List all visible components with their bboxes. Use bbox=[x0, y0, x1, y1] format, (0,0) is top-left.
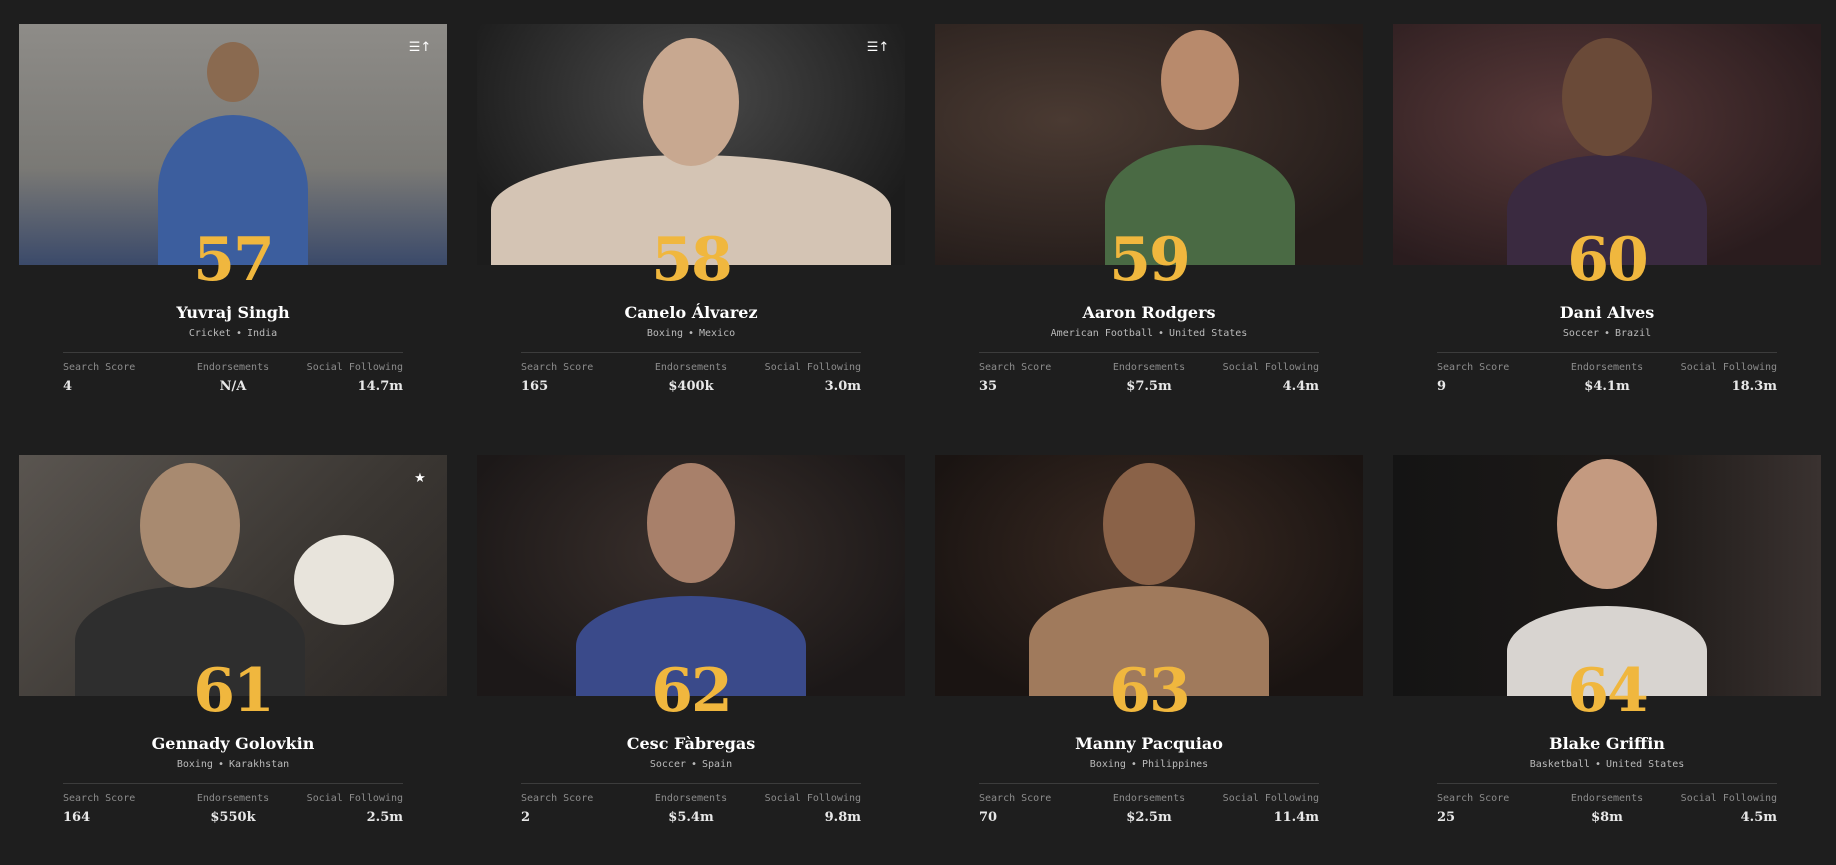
athlete-card[interactable]: 60 Dani Alves Soccer • Brazil Search Score… bbox=[1393, 24, 1821, 434]
country: Brazil bbox=[1615, 328, 1652, 339]
country: Karakhstan bbox=[228, 759, 290, 770]
sport: Cricket bbox=[188, 328, 231, 339]
divider bbox=[521, 783, 861, 784]
star-icon[interactable]: ★ bbox=[407, 469, 433, 489]
country: India bbox=[247, 328, 278, 339]
sport: Boxing bbox=[176, 759, 213, 770]
separator: • bbox=[690, 759, 698, 770]
divider bbox=[63, 783, 403, 784]
country: Philippines bbox=[1141, 759, 1209, 770]
stat-label: Social Following bbox=[306, 362, 403, 373]
sport: Boxing bbox=[1089, 759, 1126, 770]
stat-social-following: Social Following 4.4m bbox=[1189, 362, 1319, 394]
stat-value: 18.3m bbox=[1731, 379, 1777, 394]
stat-value: 4.5m bbox=[1740, 810, 1777, 825]
country: Mexico bbox=[699, 328, 736, 339]
stat-label: Social Following bbox=[1222, 362, 1319, 373]
rank-number: 61 bbox=[193, 656, 275, 726]
stat-label: Social Following bbox=[1680, 362, 1777, 373]
stat-label: Social Following bbox=[764, 362, 861, 373]
stat-social-following: Social Following 3.0m bbox=[731, 362, 861, 394]
stat-label: Social Following bbox=[1680, 793, 1777, 804]
sport: Soccer bbox=[1562, 328, 1599, 339]
separator: • bbox=[1158, 328, 1165, 339]
ranking-up-icon[interactable]: ☰↑ bbox=[865, 38, 891, 58]
separator: • bbox=[1603, 328, 1611, 339]
stat-value: 3.0m bbox=[824, 379, 861, 394]
divider bbox=[979, 783, 1319, 784]
stat-label: Social Following bbox=[764, 793, 861, 804]
divider bbox=[63, 352, 403, 353]
stat-value: 14.7m bbox=[357, 379, 403, 394]
divider bbox=[521, 352, 861, 353]
athlete-card[interactable]: ☰↑ 58 Canelo Álvarez Boxing • Mexico Searc… bbox=[477, 24, 905, 434]
athlete-card[interactable]: 62 Cesc Fàbregas Soccer • Spain Search Sco… bbox=[477, 455, 905, 865]
athlete-name[interactable]: Blake Griffin bbox=[1393, 734, 1821, 753]
rank-number: 60 bbox=[1567, 225, 1649, 295]
sport: American Football bbox=[1050, 328, 1154, 339]
country: United States bbox=[1169, 328, 1248, 339]
rank-number: 64 bbox=[1567, 656, 1649, 726]
athlete-meta: Boxing • Philippines bbox=[935, 759, 1363, 770]
athlete-name[interactable]: Aaron Rodgers bbox=[935, 303, 1363, 322]
country: Spain bbox=[702, 759, 733, 770]
athlete-meta: Cricket • India bbox=[19, 328, 447, 339]
sport: Boxing bbox=[646, 328, 683, 339]
stat-social-following: Social Following 18.3m bbox=[1647, 362, 1777, 394]
athlete-card[interactable]: 59 Aaron Rodgers American Football • Unite… bbox=[935, 24, 1363, 434]
athlete-meta: American Football • United States bbox=[935, 328, 1363, 339]
athlete-meta: Boxing • Mexico bbox=[477, 328, 905, 339]
rank-number: 63 bbox=[1109, 656, 1191, 726]
separator: • bbox=[1594, 759, 1601, 770]
sport: Soccer bbox=[649, 759, 686, 770]
separator: • bbox=[687, 328, 695, 339]
country: United States bbox=[1605, 759, 1685, 770]
athlete-card[interactable]: 64 Blake Griffin Basketball • United State… bbox=[1393, 455, 1821, 865]
athlete-card[interactable]: ★ 61 Gennady Golovkin Boxing • Karakhstan … bbox=[19, 455, 447, 865]
separator: • bbox=[1130, 759, 1137, 770]
athlete-meta: Basketball • United States bbox=[1393, 759, 1821, 770]
athlete-name[interactable]: Manny Pacquiao bbox=[935, 734, 1363, 753]
athlete-meta: Boxing • Karakhstan bbox=[19, 759, 447, 770]
rank-number: 58 bbox=[651, 225, 733, 295]
athlete-name[interactable]: Cesc Fàbregas bbox=[477, 734, 905, 753]
athlete-card[interactable]: 63 Manny Pacquiao Boxing • Philippines Sea… bbox=[935, 455, 1363, 865]
stat-label: Social Following bbox=[306, 793, 403, 804]
athlete-meta: Soccer • Brazil bbox=[1393, 328, 1821, 339]
stat-social-following: Social Following 4.5m bbox=[1647, 793, 1777, 825]
sport: Basketball bbox=[1529, 759, 1590, 770]
divider bbox=[1437, 352, 1777, 353]
divider bbox=[979, 352, 1319, 353]
stat-social-following: Social Following 9.8m bbox=[731, 793, 861, 825]
stat-value: 2.5m bbox=[366, 810, 403, 825]
separator: • bbox=[217, 759, 224, 770]
stat-label: Social Following bbox=[1222, 793, 1319, 804]
athlete-meta: Soccer • Spain bbox=[477, 759, 905, 770]
stat-value: 4.4m bbox=[1282, 379, 1319, 394]
separator: • bbox=[236, 328, 243, 339]
rank-number: 59 bbox=[1109, 225, 1191, 295]
athlete-card[interactable]: ☰↑ 57 Yuvraj Singh Cricket • India Search … bbox=[19, 24, 447, 434]
athlete-name[interactable]: Gennady Golovkin bbox=[19, 734, 447, 753]
ranking-up-icon[interactable]: ☰↑ bbox=[407, 38, 433, 58]
stat-social-following: Social Following 11.4m bbox=[1189, 793, 1319, 825]
stat-value: 9.8m bbox=[824, 810, 861, 825]
divider bbox=[1437, 783, 1777, 784]
stat-value: 11.4m bbox=[1273, 810, 1319, 825]
rank-number: 62 bbox=[651, 656, 733, 726]
athlete-name[interactable]: Dani Alves bbox=[1393, 303, 1821, 322]
stat-social-following: Social Following 14.7m bbox=[273, 362, 403, 394]
rank-number: 57 bbox=[193, 225, 275, 295]
athlete-name[interactable]: Canelo Álvarez bbox=[477, 303, 905, 322]
stat-social-following: Social Following 2.5m bbox=[273, 793, 403, 825]
athlete-name[interactable]: Yuvraj Singh bbox=[19, 303, 447, 322]
